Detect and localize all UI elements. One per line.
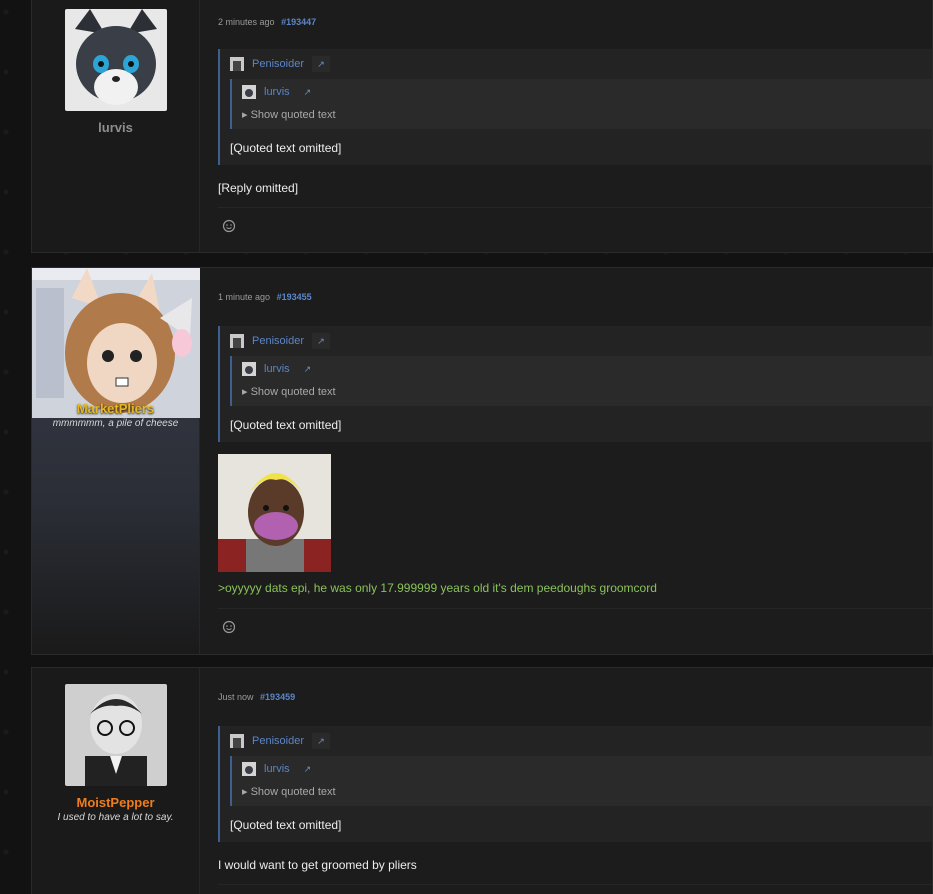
- jump-arrow-icon[interactable]: ↗: [304, 764, 312, 775]
- post-body: I would want to get groomed by pliers: [218, 858, 417, 872]
- nested-author-avatar-icon: [242, 362, 256, 376]
- quote-header: Penisoider ↗: [220, 726, 932, 756]
- post-id-link[interactable]: #193447: [281, 17, 316, 27]
- post-meta: 1 minute ago #193455: [218, 292, 932, 302]
- avatar[interactable]: [31, 268, 200, 418]
- quote-author-avatar-icon: [230, 334, 244, 348]
- avatar[interactable]: [64, 9, 167, 111]
- quote-author-link[interactable]: Penisoider: [252, 735, 304, 747]
- post-time[interactable]: Just now: [218, 692, 254, 702]
- post-meta: Just now #193459: [218, 692, 932, 702]
- nested-quote-header: lurvis ↗: [242, 362, 922, 376]
- nested-author-avatar-icon: [242, 85, 256, 99]
- post-content: 2 minutes ago #193447 Penisoider ↗ lurvi…: [200, 0, 932, 252]
- nested-author-avatar-icon: [242, 762, 256, 776]
- post-sidebar: MoistPepper I used to have a lot to say.: [32, 668, 200, 894]
- username[interactable]: MoistPepper: [76, 795, 154, 810]
- post-sidebar: lurvis: [32, 0, 200, 252]
- attached-image[interactable]: [218, 454, 331, 572]
- quote-block: Penisoider ↗ lurvis ↗ ▸ Show quoted text…: [218, 326, 932, 442]
- quote-text: [Quoted text omitted]: [230, 418, 342, 432]
- post-time[interactable]: 1 minute ago: [218, 292, 270, 302]
- nested-quote-header: lurvis ↗: [242, 762, 922, 776]
- nested-quote: lurvis ↗ ▸ Show quoted text: [230, 79, 932, 129]
- post: MarketPliers mmmmmm, a pile of cheese 1 …: [31, 267, 933, 655]
- divider: [218, 207, 932, 208]
- user-title: mmmmmm, a pile of cheese: [52, 418, 179, 429]
- divider: [218, 608, 932, 609]
- jump-arrow-icon[interactable]: ↗: [304, 364, 312, 375]
- smiley-face-icon[interactable]: [222, 620, 236, 634]
- quote-author-link[interactable]: Penisoider: [252, 58, 304, 70]
- jump-arrow-icon[interactable]: ↗: [304, 87, 312, 98]
- quote-author-link[interactable]: Penisoider: [252, 335, 304, 347]
- smiley-face-icon[interactable]: [222, 219, 236, 233]
- quote-text: [Quoted text omitted]: [230, 141, 342, 155]
- post-body: >oyyyyy dats epi, he was only 17.999999 …: [218, 581, 657, 595]
- nested-quote: lurvis ↗ ▸ Show quoted text: [230, 756, 932, 806]
- jump-arrow-icon[interactable]: ↗: [311, 333, 330, 349]
- jump-arrow-icon[interactable]: ↗: [311, 733, 330, 749]
- show-quoted-text-toggle[interactable]: ▸ Show quoted text: [242, 385, 922, 398]
- quote-header: Penisoider ↗: [220, 326, 932, 356]
- quote-header: Penisoider ↗: [220, 49, 932, 79]
- quote-text: [Quoted text omitted]: [230, 818, 342, 832]
- show-quoted-text-toggle[interactable]: ▸ Show quoted text: [242, 785, 922, 798]
- quote-author-avatar-icon: [230, 734, 244, 748]
- post: lurvis 2 minutes ago #193447 Penisoider …: [31, 0, 933, 253]
- post-meta: 2 minutes ago #193447: [218, 17, 932, 27]
- quote-block: Penisoider ↗ lurvis ↗ ▸ Show quoted text…: [218, 726, 932, 842]
- nested-author-link[interactable]: lurvis: [264, 363, 290, 375]
- post-content: Just now #193459 Penisoider ↗ lurvis ↗ ▸…: [200, 668, 932, 894]
- jump-arrow-icon[interactable]: ↗: [311, 56, 330, 72]
- nested-author-link[interactable]: lurvis: [264, 763, 290, 775]
- nested-quote-header: lurvis ↗: [242, 85, 922, 99]
- post: MoistPepper I used to have a lot to say.…: [31, 667, 933, 894]
- quote-block: Penisoider ↗ lurvis ↗ ▸ Show quoted text…: [218, 49, 932, 165]
- post-sidebar: MarketPliers mmmmmm, a pile of cheese: [31, 268, 200, 654]
- avatar[interactable]: [64, 684, 167, 786]
- quote-author-avatar-icon: [230, 57, 244, 71]
- show-quoted-text-toggle[interactable]: ▸ Show quoted text: [242, 108, 922, 121]
- post-time[interactable]: 2 minutes ago: [218, 17, 275, 27]
- username[interactable]: MarketPliers: [77, 401, 154, 416]
- post-content: 1 minute ago #193455 Penisoider ↗ lurvis…: [200, 268, 932, 654]
- post-body: [Reply omitted]: [218, 181, 299, 195]
- post-id-link[interactable]: #193455: [277, 292, 312, 302]
- username[interactable]: lurvis: [98, 120, 133, 135]
- divider: [218, 884, 932, 885]
- post-id-link[interactable]: #193459: [260, 692, 295, 702]
- user-title: I used to have a lot to say.: [57, 812, 174, 823]
- nested-quote: lurvis ↗ ▸ Show quoted text: [230, 356, 932, 406]
- nested-author-link[interactable]: lurvis: [264, 86, 290, 98]
